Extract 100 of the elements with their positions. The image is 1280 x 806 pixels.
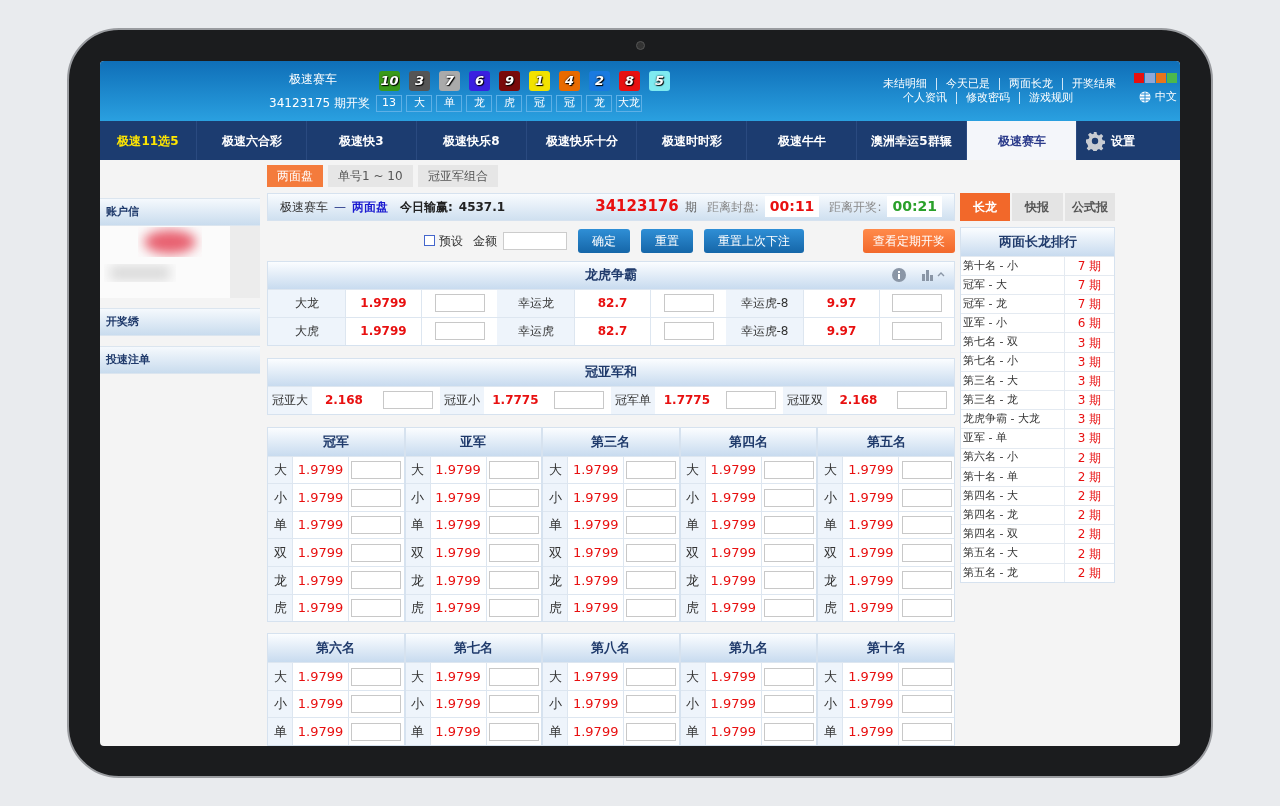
header-link[interactable]: 两面长龙 (999, 78, 1053, 90)
bet-input[interactable] (351, 695, 402, 714)
action-button[interactable]: 重置 (641, 228, 693, 253)
bet-input[interactable] (382, 391, 433, 410)
bet-input[interactable] (901, 488, 952, 507)
header-link[interactable]: 个人资讯 (903, 92, 947, 104)
bet-input[interactable] (351, 488, 402, 507)
bet-input[interactable] (901, 516, 952, 535)
theme-swatch[interactable] (1134, 72, 1144, 83)
header-link[interactable]: 未结明细 (883, 78, 927, 90)
bet-input[interactable] (351, 598, 402, 617)
settings-tab[interactable]: 设置 (1085, 121, 1135, 160)
bet-input[interactable] (897, 391, 948, 410)
bet-input[interactable] (488, 543, 539, 562)
sub-tab[interactable]: 冠亚军组合 (417, 165, 498, 188)
preset-checkbox[interactable] (424, 235, 435, 247)
bet-input[interactable] (626, 598, 677, 617)
bet-input[interactable] (351, 667, 402, 686)
bet-input[interactable] (626, 667, 677, 686)
trend-tab[interactable]: 长龙 (960, 192, 1011, 221)
table-header: 两面长龙排行 (961, 227, 1114, 256)
bet-input[interactable] (764, 722, 815, 741)
bet-input[interactable] (663, 322, 714, 341)
bet-input[interactable] (764, 667, 815, 686)
table-cell: 虎 (543, 594, 568, 622)
nav-tab[interactable]: 极速快3 (307, 121, 417, 160)
bet-input[interactable] (764, 488, 815, 507)
bet-input[interactable] (434, 294, 485, 313)
bet-input[interactable] (351, 516, 402, 535)
theme-swatch[interactable] (1145, 72, 1155, 83)
bet-input[interactable] (901, 543, 952, 562)
nav-tab[interactable]: 极速快乐十分 (527, 121, 637, 160)
bet-input[interactable] (351, 722, 402, 741)
bet-input[interactable] (892, 294, 942, 313)
odds-value: 82.7 (574, 289, 650, 317)
streak-count: 3 期 (1064, 352, 1114, 371)
table-cell: 幸运龙 (497, 289, 574, 317)
sidebar-item[interactable]: 账户信 (100, 198, 260, 226)
header-link[interactable]: 修改密码 (956, 92, 1010, 104)
bet-input[interactable] (901, 460, 952, 479)
bet-input[interactable] (764, 571, 815, 590)
bet-input[interactable] (764, 543, 815, 562)
nav-tab[interactable]: 极速六合彩 (197, 121, 307, 160)
bet-input[interactable] (351, 571, 402, 590)
nav-tab[interactable]: 极速11选5 (100, 121, 197, 160)
sidebar-item[interactable]: 投速注单 (100, 346, 260, 374)
bet-input[interactable] (764, 460, 815, 479)
table-cell-text: 第四名 - 龙 (962, 506, 1019, 523)
bet-input[interactable] (626, 488, 677, 507)
theme-swatch[interactable] (1167, 72, 1177, 83)
action-button[interactable]: 确定 (578, 228, 630, 253)
bet-input[interactable] (488, 516, 539, 535)
amount-input[interactable] (503, 231, 567, 250)
language-link[interactable]: 中文 (1155, 88, 1177, 106)
bet-input[interactable] (488, 695, 539, 714)
bet-input[interactable] (554, 391, 605, 410)
bet-input[interactable] (764, 516, 815, 535)
odds-value: 1.9799 (429, 594, 486, 622)
bet-input[interactable] (764, 598, 815, 617)
header-link[interactable]: 今天已是 (936, 78, 990, 90)
bet-input[interactable] (626, 695, 677, 714)
theme-swatch[interactable] (1156, 72, 1166, 83)
bet-input[interactable] (488, 667, 539, 686)
trend-tab[interactable]: 公式报 (1064, 192, 1115, 221)
bet-input[interactable] (488, 598, 539, 617)
bet-input[interactable] (626, 516, 677, 535)
table-cell: 龙 (268, 567, 292, 594)
bet-input[interactable] (626, 571, 677, 590)
bet-input[interactable] (725, 391, 776, 410)
nav-tab[interactable]: 极速赛车 (967, 121, 1077, 160)
header-link[interactable]: 开奖结果 (1062, 78, 1116, 90)
separator: — (334, 198, 346, 216)
trend-tab[interactable]: 快报 (1012, 192, 1063, 221)
header-link[interactable]: 游戏规则 (1019, 92, 1073, 104)
bet-input[interactable] (351, 543, 402, 562)
bet-input[interactable] (901, 598, 952, 617)
nav-tab[interactable]: 极速时时彩 (637, 121, 747, 160)
nav-tab[interactable]: 极速快乐8 (417, 121, 527, 160)
bet-input[interactable] (892, 322, 942, 341)
table-cell: 小 (680, 690, 705, 718)
bet-input[interactable] (434, 322, 485, 341)
table-cell: 大 (818, 456, 843, 484)
action-button[interactable]: 重置上次下注 (704, 228, 804, 253)
bet-input[interactable] (488, 488, 539, 507)
bet-input[interactable] (626, 460, 677, 479)
sub-tab[interactable]: 单号1 ~ 10 (328, 165, 413, 188)
bet-input[interactable] (901, 667, 952, 686)
bet-input[interactable] (488, 460, 539, 479)
bet-input[interactable] (488, 571, 539, 590)
bet-input[interactable] (901, 695, 952, 714)
sidebar-item[interactable]: 开奖绣 (100, 308, 260, 336)
nav-tab[interactable]: 极速牛牛 (747, 121, 857, 160)
bet-input[interactable] (663, 294, 714, 313)
bet-input[interactable] (901, 722, 952, 741)
bet-input[interactable] (351, 460, 402, 479)
bet-input[interactable] (626, 722, 677, 741)
bet-input[interactable] (901, 571, 952, 590)
bet-input[interactable] (626, 543, 677, 562)
bet-input[interactable] (488, 722, 539, 741)
bet-input[interactable] (764, 695, 815, 714)
